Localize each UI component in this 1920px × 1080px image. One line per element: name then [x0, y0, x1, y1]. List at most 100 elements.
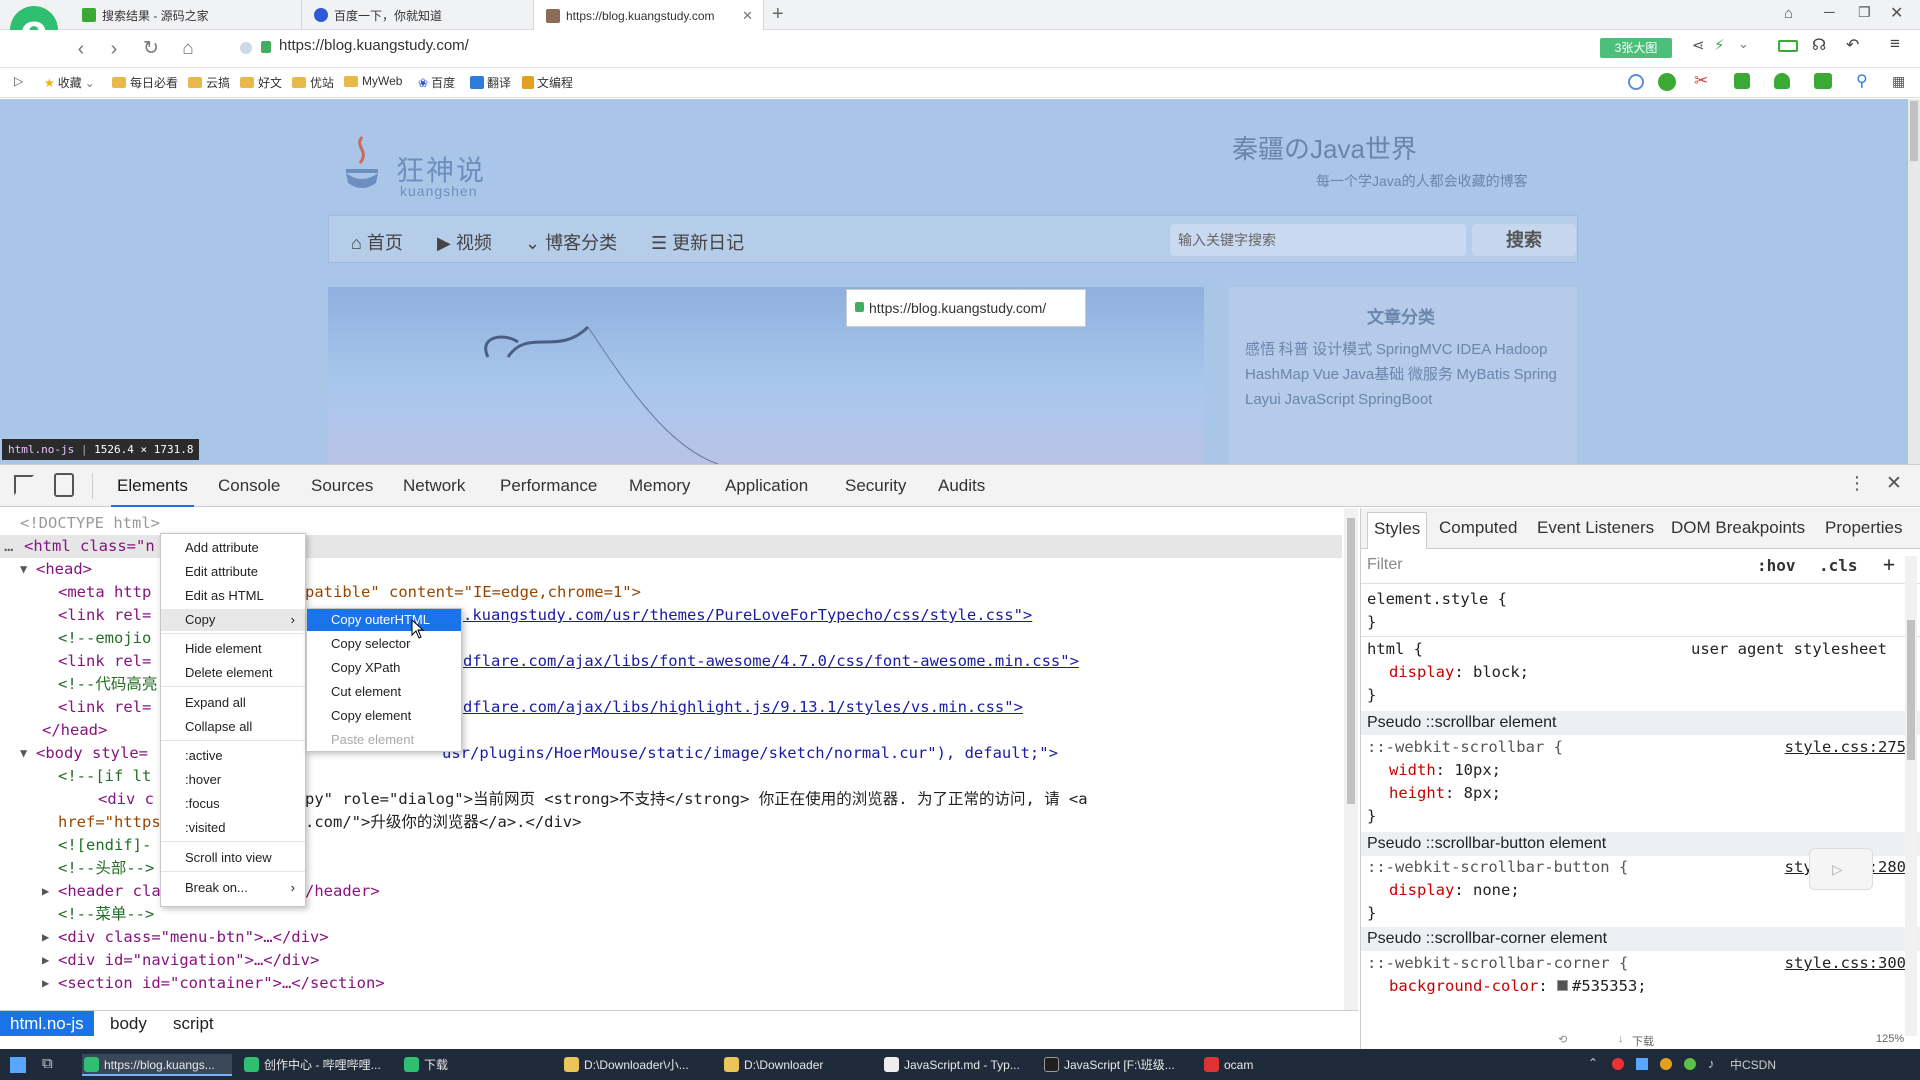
- close-tab-icon[interactable]: ✕: [742, 8, 753, 24]
- browser-tab[interactable]: 搜索结果 - 源码之家: [70, 0, 302, 30]
- menu-item-delete-element[interactable]: Delete element: [161, 662, 305, 684]
- menu-item-copy-outerhtml[interactable]: Copy outerHTML: [307, 609, 461, 631]
- zoom-out-icon[interactable]: [1628, 74, 1644, 90]
- css-value[interactable]: 8px;: [1464, 784, 1501, 802]
- style-rule-selector[interactable]: ::-webkit-scrollbar {: [1367, 736, 1563, 759]
- dom-line[interactable]: <link rel=: [58, 696, 151, 719]
- site-search-input[interactable]: 输入关键字搜索: [1170, 224, 1466, 256]
- menu-icon[interactable]: ≡: [1890, 34, 1900, 54]
- nav-video[interactable]: ▶ 视频: [437, 229, 492, 255]
- bookmark-item[interactable]: MyWeb: [344, 74, 402, 88]
- chevron-down-icon[interactable]: ⌄: [1738, 36, 1749, 52]
- dom-line[interactable]: patible" content="IE=edge,chrome=1">: [305, 581, 641, 604]
- forward-button[interactable]: ›: [101, 36, 127, 62]
- nav-home[interactable]: ⌂ 首页: [351, 229, 403, 255]
- dom-line[interactable]: <header cla: [58, 880, 161, 903]
- collapse-triangle-icon[interactable]: ▶: [42, 880, 49, 903]
- tab-audits[interactable]: Audits: [938, 476, 985, 496]
- tag-link[interactable]: SpringBoot: [1358, 391, 1432, 408]
- dom-line[interactable]: <div class="menu-btn">…</div>: [58, 926, 329, 949]
- site-logo-icon[interactable]: [340, 133, 384, 195]
- sidebar-toggle-icon[interactable]: ▷: [14, 74, 23, 88]
- tag-link[interactable]: 设计模式: [1312, 341, 1372, 358]
- expand-triangle-icon[interactable]: ▼: [20, 742, 27, 765]
- dom-line[interactable]: <div id="navigation">…</div>: [58, 949, 319, 972]
- taskbar-item[interactable]: ocam: [1202, 1054, 1302, 1076]
- nav-categories[interactable]: ⌄ 博客分类: [525, 229, 617, 255]
- breadcrumb-item[interactable]: script: [163, 1011, 224, 1036]
- extension-icon[interactable]: [1658, 73, 1676, 91]
- tab-event-listeners[interactable]: Event Listeners: [1537, 518, 1654, 538]
- style-rule-selector[interactable]: ::-webkit-scrollbar-button {: [1367, 856, 1628, 879]
- volume-icon[interactable]: ♪: [1708, 1056, 1715, 1071]
- menu-item-copy-selector[interactable]: Copy selector: [307, 633, 461, 655]
- menu-item-cut-element[interactable]: Cut element: [307, 681, 461, 703]
- new-style-rule-button[interactable]: +: [1883, 552, 1895, 576]
- dom-link[interactable]: .kuangstudy.com/usr/themes/PureLoveForTy…: [463, 604, 1032, 627]
- menu-item-edit-as-html[interactable]: Edit as HTML: [161, 585, 305, 607]
- style-rule-selector[interactable]: html {: [1367, 638, 1423, 661]
- tag-link[interactable]: Vue: [1313, 366, 1339, 383]
- reload-button[interactable]: ↻: [138, 36, 164, 62]
- menu-item-focus[interactable]: :focus: [161, 793, 305, 815]
- tab-elements[interactable]: Elements: [111, 476, 194, 507]
- tag-link[interactable]: HashMap: [1245, 366, 1309, 383]
- tools-icon[interactable]: ✂: [1694, 71, 1708, 91]
- tab-application[interactable]: Application: [725, 476, 808, 496]
- tray-app-icon[interactable]: [1612, 1058, 1624, 1070]
- close-window-button[interactable]: ✕: [1890, 3, 1903, 23]
- styles-scrollbar[interactable]: [1905, 556, 1917, 1036]
- dom-line[interactable]: <meta http: [58, 581, 151, 604]
- style-source-link[interactable]: style.css:300: [1785, 952, 1906, 975]
- play-button-overlay[interactable]: ▷: [1809, 848, 1873, 890]
- tab-styles[interactable]: Styles: [1367, 512, 1428, 549]
- tab-performance[interactable]: Performance: [500, 476, 597, 496]
- menu-item-edit-attribute[interactable]: Edit attribute: [161, 561, 305, 583]
- menu-item-break-on[interactable]: Break on... ›: [161, 877, 305, 899]
- back-button[interactable]: ‹: [68, 36, 94, 62]
- bookmark-item[interactable]: ❀ 百度: [418, 74, 455, 91]
- download-icon[interactable]: ↓: [1618, 1033, 1624, 1045]
- bookmark-item[interactable]: 文编程: [522, 74, 573, 91]
- dom-line[interactable]: <html class="n: [24, 535, 155, 558]
- tag-link[interactable]: 感悟: [1245, 341, 1275, 358]
- new-tab-button[interactable]: +: [772, 3, 784, 26]
- color-swatch[interactable]: [1556, 980, 1568, 991]
- taskbar-item[interactable]: D:\Downloader\小...: [562, 1054, 712, 1076]
- style-rule-selector[interactable]: element.style {: [1367, 588, 1507, 611]
- tag-link[interactable]: IDEA: [1456, 341, 1491, 358]
- tab-network[interactable]: Network: [403, 476, 465, 496]
- task-view-icon[interactable]: ⧉: [42, 1055, 53, 1072]
- tag-link[interactable]: Hadoop: [1495, 341, 1548, 358]
- menu-item-scroll-into-view[interactable]: Scroll into view: [161, 847, 305, 869]
- expand-triangle-icon[interactable]: ▼: [20, 558, 27, 581]
- headphones-icon[interactable]: ☊: [1812, 35, 1826, 55]
- nav-changelog[interactable]: ☰ 更新日记: [651, 229, 744, 255]
- dom-line[interactable]: .com/">升级你的浏览器</a>.</div>: [305, 811, 581, 834]
- site-info-icon[interactable]: [240, 42, 252, 54]
- dom-comment[interactable]: <!--菜单-->: [58, 903, 154, 926]
- pin-icon[interactable]: ⌂: [1784, 5, 1793, 22]
- bookmark-item[interactable]: 云搞: [188, 74, 230, 91]
- tray-app-icon[interactable]: [1636, 1058, 1648, 1070]
- css-property[interactable]: width: [1389, 761, 1436, 779]
- promo-badge[interactable]: 3张大图: [1600, 38, 1672, 58]
- menu-item-active[interactable]: :active: [161, 745, 305, 767]
- browser-tab-active[interactable]: https://blog.kuangstudy.com ✕: [534, 0, 764, 31]
- scrollbar-thumb[interactable]: [1907, 620, 1915, 760]
- share-icon[interactable]: ⋖: [1692, 36, 1705, 54]
- taskbar-item[interactable]: JavaScript [F:\班级...: [1042, 1054, 1192, 1076]
- menu-item-add-attribute[interactable]: Add attribute: [161, 537, 305, 559]
- tab-memory[interactable]: Memory: [629, 476, 690, 496]
- tab-computed[interactable]: Computed: [1439, 518, 1517, 538]
- dom-comment[interactable]: <!--[if lt: [58, 765, 151, 788]
- dom-line[interactable]: usr/plugins/HoerMouse/static/image/sketc…: [442, 742, 1058, 765]
- dom-line[interactable]: /header>: [305, 880, 380, 903]
- style-rule-selector[interactable]: ::-webkit-scrollbar-corner {: [1367, 952, 1628, 975]
- minimize-button[interactable]: ─: [1824, 4, 1835, 21]
- tray-app-icon[interactable]: [1684, 1058, 1696, 1070]
- search-icon[interactable]: ⚲: [1856, 71, 1868, 91]
- home-button[interactable]: ⌂: [175, 36, 201, 62]
- device-toggle-icon[interactable]: [54, 473, 74, 497]
- tag-link[interactable]: Java基础: [1343, 366, 1405, 383]
